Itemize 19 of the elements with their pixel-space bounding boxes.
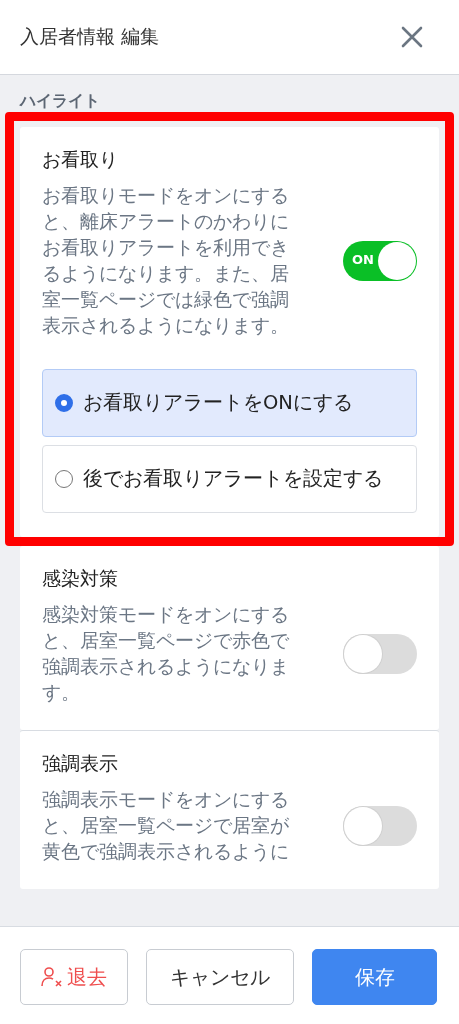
radio-option[interactable]: 後でお看取りアラートを設定する <box>42 445 417 513</box>
person-remove-icon <box>41 966 63 988</box>
setting-description: お看取りモードをオンにすると、離床アラートのかわりにお看取りアラートを利用できるようになります。また、居室一覧ページでは緑色で強調表示されるようになります。 <box>42 184 290 338</box>
toggle-switch[interactable] <box>343 634 417 674</box>
setting-title: お看取り <box>42 147 119 172</box>
radio-icon <box>55 394 73 412</box>
cancel-button[interactable]: キャンセル <box>146 949 294 1005</box>
section-label: ハイライト <box>20 91 100 112</box>
setting-title: 強調表示 <box>42 751 119 776</box>
radio-option[interactable]: お看取りアラートをONにする <box>42 369 417 437</box>
setting-description: 感染対策モードをオンにすると、居室一覧ページで赤色で強調表示されるようになります。 <box>42 603 290 705</box>
toggle-switch[interactable] <box>343 806 417 846</box>
close-icon[interactable] <box>401 26 423 48</box>
setting-description: 強調表示モードをオンにすると、居室一覧ページで居室が黄色で強調表示されるように <box>42 788 290 864</box>
dialog-title: 入居者情報 編集 <box>20 24 160 49</box>
setting-title: 感染対策 <box>42 566 119 591</box>
move-out-button[interactable]: 退去 <box>20 949 128 1005</box>
save-button[interactable]: 保存 <box>312 949 437 1005</box>
radio-icon <box>55 470 73 488</box>
